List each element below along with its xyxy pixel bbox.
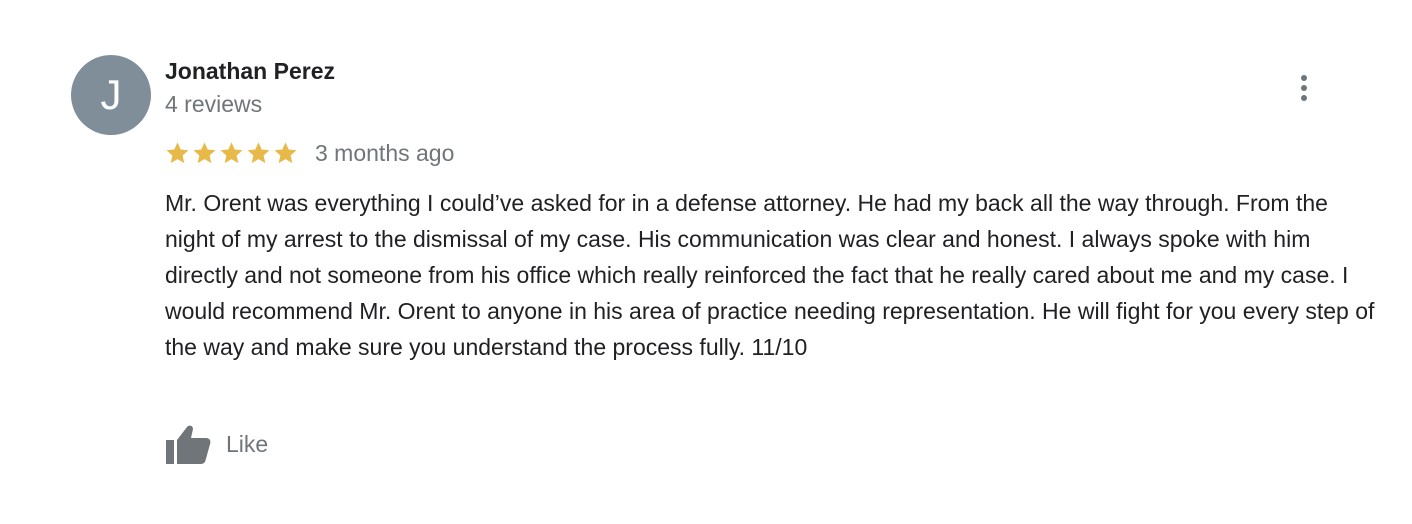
avatar[interactable]: J — [71, 55, 151, 135]
review-date: 3 months ago — [315, 140, 455, 166]
more-vertical-icon — [1301, 75, 1307, 81]
review-text: Mr. Orent was everything I could’ve aske… — [165, 190, 1375, 360]
more-options-button[interactable] — [1284, 66, 1324, 110]
author-name[interactable]: Jonathan Perez — [165, 57, 335, 85]
rating-row: 3 months ago — [164, 138, 454, 168]
more-vertical-icon-dot — [1301, 95, 1307, 101]
star-rating — [164, 140, 299, 166]
thumbs-up-icon — [164, 423, 212, 465]
like-button[interactable]: Like — [164, 422, 268, 466]
star-icon — [272, 140, 299, 166]
star-icon — [191, 140, 218, 166]
star-icon — [164, 140, 191, 166]
star-icon — [218, 140, 245, 166]
star-icon — [245, 140, 272, 166]
like-label: Like — [226, 431, 269, 457]
avatar-initial: J — [100, 71, 122, 118]
review-count: 4 reviews — [165, 91, 263, 117]
more-vertical-icon-dot — [1301, 85, 1307, 91]
review-card: J Jonathan Perez 4 reviews 3 months ago … — [0, 0, 1412, 524]
